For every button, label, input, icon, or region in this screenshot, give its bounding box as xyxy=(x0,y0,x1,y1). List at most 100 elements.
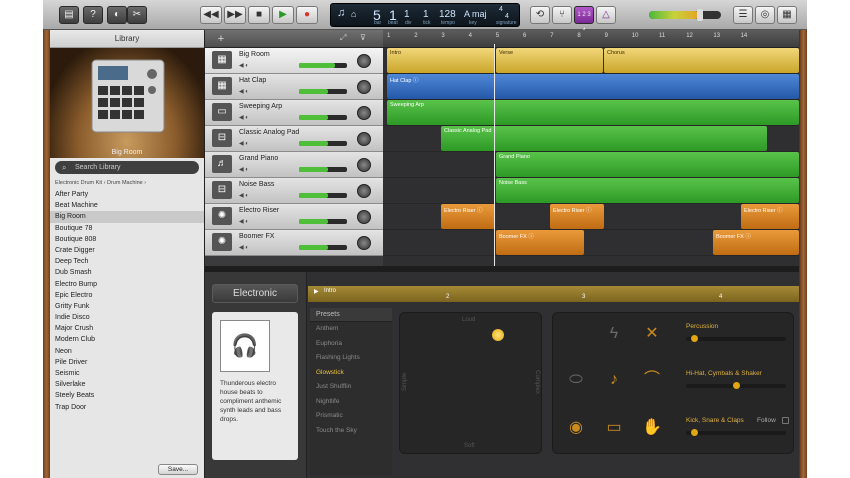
media-browser-button[interactable]: ▦ xyxy=(777,6,797,24)
rewind-button[interactable]: ◀◀ xyxy=(200,6,222,24)
library-item[interactable]: Epic Electro xyxy=(50,290,204,301)
track-pan-knob[interactable] xyxy=(357,106,371,120)
kick-slider[interactable] xyxy=(686,429,786,436)
track-header[interactable]: ▦ Hat Clap ◀ ◐ xyxy=(205,74,383,100)
filter-icon[interactable]: ⊽ xyxy=(360,33,376,45)
library-search-input[interactable]: ⌕ Search Library xyxy=(55,161,199,174)
library-item[interactable]: Trap Door xyxy=(50,402,204,413)
catch-playhead-icon[interactable]: ⤢ xyxy=(340,33,354,45)
preset-item[interactable]: Anthem xyxy=(310,322,392,337)
solo-icon[interactable]: ◐ xyxy=(245,63,249,69)
library-item[interactable]: Seismic xyxy=(50,368,204,379)
note-pad-button[interactable]: ☰ xyxy=(733,6,753,24)
track-volume-slider[interactable] xyxy=(299,89,347,94)
library-item[interactable]: Major Crush xyxy=(50,323,204,334)
solo-icon[interactable]: ◐ xyxy=(245,219,249,225)
follow-checkbox[interactable] xyxy=(782,417,789,424)
library-item[interactable]: Electro Bump xyxy=(50,279,204,290)
region-boomer-fx[interactable]: Boomer FX ⓘ xyxy=(713,230,799,255)
editors-button[interactable]: ✂ xyxy=(127,6,147,24)
track-header[interactable]: ✺ Electro Riser ◀ ◐ xyxy=(205,204,383,230)
region-grand-piano[interactable]: Grand Piano xyxy=(496,152,799,177)
track-pan-knob[interactable] xyxy=(357,80,371,94)
help-button[interactable]: ? xyxy=(83,6,103,24)
track-pan-knob[interactable] xyxy=(357,236,371,250)
track-pan-knob[interactable] xyxy=(357,132,371,146)
hihat-slider-knob[interactable] xyxy=(732,382,740,389)
region-chorus[interactable]: Chorus xyxy=(604,48,799,73)
library-button[interactable]: ▤ xyxy=(59,6,79,24)
playhead[interactable] xyxy=(494,44,495,266)
lcd-display[interactable]: ♫ ⌂ 5 1 1 1 128 A maj 4 4 bar beat div t… xyxy=(330,3,520,27)
solo-icon[interactable]: ◐ xyxy=(245,141,249,147)
record-button[interactable]: ● xyxy=(296,6,318,24)
region-electro-riser[interactable]: Electro Riser ⓘ xyxy=(741,204,799,229)
snare-icon[interactable]: ▭ xyxy=(603,417,625,439)
hihat-slider[interactable] xyxy=(686,382,786,389)
region-verse[interactable]: Verse xyxy=(496,48,603,73)
track-volume-slider[interactable] xyxy=(299,115,347,120)
track-pan-knob[interactable] xyxy=(357,158,371,172)
percussion-slider-knob[interactable] xyxy=(690,335,698,342)
track-header[interactable]: ♬ Grand Piano ◀ ◐ xyxy=(205,152,383,178)
master-volume-knob[interactable] xyxy=(697,9,703,21)
library-item[interactable]: Indie Disco xyxy=(50,312,204,323)
loop-browser-button[interactable]: ◎ xyxy=(755,6,775,24)
track-header[interactable]: ⊟ Classic Analog Pad ◀ ◐ xyxy=(205,126,383,152)
track-volume-slider[interactable] xyxy=(299,63,347,68)
sticks-icon[interactable]: ✕ xyxy=(641,323,663,345)
drummer-genre-button[interactable]: Electronic xyxy=(212,284,298,303)
region-electro-riser[interactable]: Electro Riser ⓘ xyxy=(550,204,604,229)
preset-item[interactable]: Touch the Sky xyxy=(310,424,392,439)
library-item[interactable]: Silverlake xyxy=(50,379,204,390)
hihat-icon[interactable]: ⬭ xyxy=(565,369,587,391)
percussion-slider[interactable] xyxy=(686,335,786,342)
add-track-icon[interactable]: + xyxy=(213,33,229,45)
clap-icon[interactable]: ✋ xyxy=(641,417,663,439)
track-pan-knob[interactable] xyxy=(357,54,371,68)
track-pan-knob[interactable] xyxy=(357,210,371,224)
cymbal-icon[interactable]: ⌒ xyxy=(641,369,663,391)
kick-slider-knob[interactable] xyxy=(690,429,698,436)
library-item[interactable]: Modern Club xyxy=(50,334,204,345)
solo-icon[interactable]: ◐ xyxy=(245,115,249,121)
library-item[interactable]: Dub Smash xyxy=(50,267,204,278)
breadcrumb-item[interactable]: Electronic Drum Kit xyxy=(55,180,102,186)
track-header[interactable]: ▦ Big Room ◀ ◐ xyxy=(205,48,383,74)
forward-button[interactable]: ▶▶ xyxy=(224,6,246,24)
region-sweeping-arp[interactable]: Sweeping Arp xyxy=(387,100,799,125)
timeline-ruler[interactable]: 1 2 3 4 5 6 7 8 9 10 11 12 13 14 xyxy=(383,30,799,48)
preset-item[interactable]: Glowstick xyxy=(310,366,392,381)
editor-ruler[interactable]: ▶ Intro 2 3 4 xyxy=(308,286,799,302)
track-volume-slider[interactable] xyxy=(299,193,347,198)
preset-item[interactable]: Flashing Lights xyxy=(310,351,392,366)
library-item[interactable]: Beat Machine xyxy=(50,200,204,211)
track-header[interactable]: ✺ Boomer FX ◀ ◐ xyxy=(205,230,383,256)
region-hat-clap[interactable]: Hat Clap ⓘ xyxy=(387,74,799,99)
library-item[interactable]: Neon xyxy=(50,346,204,357)
library-item[interactable]: After Party xyxy=(50,189,204,200)
preset-item[interactable]: Prismatic xyxy=(310,409,392,424)
track-volume-slider[interactable] xyxy=(299,141,347,146)
smart-controls-button[interactable]: ◐ xyxy=(107,6,127,24)
play-button[interactable]: ▶ xyxy=(272,6,294,24)
cycle-button[interactable]: ⟲ xyxy=(530,6,550,24)
preset-item[interactable]: Just Shufflin xyxy=(310,380,392,395)
preset-item[interactable]: Nightlife xyxy=(310,395,392,410)
library-item[interactable]: Crate Digger xyxy=(50,245,204,256)
arrange-area[interactable]: Intro Verse Chorus Hat Clap ⓘ Sweeping A… xyxy=(383,48,799,266)
tuner-button[interactable]: ⑂ xyxy=(552,6,572,24)
library-item[interactable]: Steely Beats xyxy=(50,390,204,401)
region-noise-bass[interactable]: Noise Bass xyxy=(496,178,799,203)
library-item[interactable]: Boutique 78 xyxy=(50,223,204,234)
solo-icon[interactable]: ◐ xyxy=(245,167,249,173)
region-intro[interactable]: Intro xyxy=(387,48,495,73)
library-item[interactable]: Boutique 808 xyxy=(50,234,204,245)
solo-icon[interactable]: ◐ xyxy=(245,89,249,95)
preset-item[interactable]: Euphoria xyxy=(310,337,392,352)
region-classic-pad[interactable]: Classic Analog Pad xyxy=(441,126,767,151)
region-electro-riser[interactable]: Electro Riser ⓘ xyxy=(441,204,495,229)
maraca-icon[interactable]: ♪ xyxy=(603,369,625,391)
pad-puck[interactable] xyxy=(492,329,504,341)
library-item[interactable]: Deep Tech xyxy=(50,256,204,267)
